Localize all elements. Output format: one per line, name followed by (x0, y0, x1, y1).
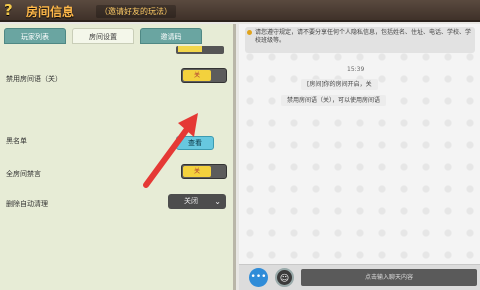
tab-room-settings[interactable]: 房间设置 (72, 28, 134, 44)
message-time: 15:39 (347, 66, 365, 73)
chat-message: [房间]你的房间开启，关 (301, 79, 378, 90)
partial-toggle[interactable] (176, 46, 224, 54)
toggle-knob: 关 (183, 70, 211, 81)
emoji-icon[interactable]: ☺ (275, 268, 294, 287)
chat-message: 禁用房间语（关），可以使用房间语 (281, 95, 387, 106)
room-voice-label: 禁用房间语（关） (6, 75, 62, 83)
title-bar: ? 房间信息 （邀请好友的玩法） (0, 0, 480, 22)
tab-invite-code[interactable]: 邀请码 (140, 28, 202, 44)
more-options-icon[interactable]: ••• (249, 268, 268, 287)
chat-input[interactable]: 点击输入聊天内容 (301, 269, 477, 286)
chat-background-pattern (239, 24, 480, 262)
tab-bar: 玩家列表 房间设置 邀请码 (2, 28, 232, 46)
dropdown-value: 关闭 (184, 197, 198, 205)
red-arrow-annotation (143, 113, 198, 188)
window-title: 房间信息 (26, 5, 75, 19)
settings-panel: 玩家列表 房间设置 邀请码 禁用房间语（关） 关 黑名单 查看 全房间禁言 关 … (0, 24, 236, 290)
tab-player-list[interactable]: 玩家列表 (4, 28, 66, 44)
chat-input-bar: ••• ☺ 点击输入聊天内容 (239, 264, 480, 290)
notice-icon (247, 30, 252, 35)
blacklist-label: 黑名单 (6, 137, 27, 145)
auto-clear-label: 删除自动清理 (6, 200, 48, 208)
window-subtitle: （邀请好友的玩法） (96, 5, 176, 18)
mute-all-label: 全房间禁言 (6, 170, 41, 178)
help-icon[interactable]: ? (4, 2, 18, 19)
notice-text: 请您遵守规定，请不要分享任何个人隐私信息，包括姓名、住址、电话、学校、学校班级等… (255, 29, 472, 44)
chat-panel: 请您遵守规定，请不要分享任何个人隐私信息，包括姓名、住址、电话、学校、学校班级等… (239, 24, 480, 290)
room-voice-toggle[interactable]: 关 (181, 68, 227, 83)
chat-notice: 请您遵守规定，请不要分享任何个人隐私信息，包括姓名、住址、电话、学校、学校班级等… (245, 27, 475, 53)
auto-clear-dropdown[interactable]: 关闭 ⌄ (168, 194, 226, 209)
chevron-down-icon: ⌄ (214, 197, 221, 206)
